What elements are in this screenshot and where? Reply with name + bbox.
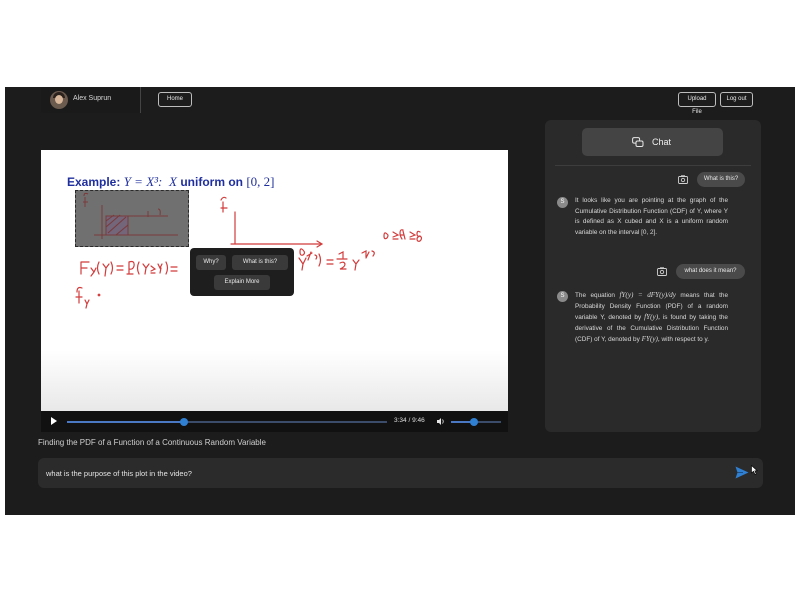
user-message: what does it mean? xyxy=(676,264,745,279)
chat-tab-label: Chat xyxy=(652,137,672,147)
assistant-message: The equation fY(y) = dFY(y)/dy means tha… xyxy=(575,291,729,344)
video-controls: 3:34 / 9:46 xyxy=(41,411,508,432)
explain-more-button[interactable]: Explain More xyxy=(214,275,270,290)
context-popup: Why? What is this? Explain More xyxy=(190,248,294,296)
seek-bar[interactable] xyxy=(67,418,387,426)
chat-panel: Chat What is this? S It looks like you a… xyxy=(545,120,761,432)
home-button[interactable]: Home xyxy=(158,92,192,107)
top-bar: Alex Suprun Home Upload File Log out xyxy=(5,87,795,115)
assistant-avatar: S xyxy=(557,197,568,208)
upload-file-button[interactable]: Upload File xyxy=(678,92,716,115)
screenshot-camera-icon xyxy=(678,175,688,184)
volume-icon[interactable] xyxy=(437,418,445,425)
user-profile[interactable]: Alex Suprun xyxy=(41,87,141,113)
video-player[interactable]: Example: Y = X³: X uniform on [0, 2] Why… xyxy=(41,150,508,432)
time-display: 3:34 / 9:46 xyxy=(394,417,425,424)
mouse-cursor-icon xyxy=(751,465,758,475)
user-name: Alex Suprun xyxy=(73,95,112,102)
app-window: Alex Suprun Home Upload File Log out Exa… xyxy=(5,87,795,515)
volume-slider[interactable] xyxy=(451,418,501,426)
logout-button[interactable]: Log out xyxy=(720,92,753,107)
what-is-this-button[interactable]: What is this? xyxy=(232,255,288,270)
assistant-avatar: S xyxy=(557,291,568,302)
avatar xyxy=(50,91,68,109)
user-message: What is this? xyxy=(697,172,745,187)
screenshot-camera-icon xyxy=(657,267,667,276)
video-title: Finding the PDF of a Function of a Conti… xyxy=(38,438,266,447)
volume-handle[interactable] xyxy=(469,418,478,426)
play-icon[interactable] xyxy=(51,417,57,425)
seek-handle[interactable] xyxy=(179,418,188,426)
chat-input[interactable] xyxy=(46,467,706,479)
chat-input-bar xyxy=(38,458,763,488)
assistant-message: It looks like you are pointing at the gr… xyxy=(575,197,728,236)
send-icon[interactable] xyxy=(735,466,749,479)
why-button[interactable]: Why? xyxy=(196,255,226,270)
pointer-highlight-region[interactable] xyxy=(75,190,189,247)
chat-bubbles-icon xyxy=(632,137,644,147)
chat-tab[interactable]: Chat xyxy=(582,128,723,156)
